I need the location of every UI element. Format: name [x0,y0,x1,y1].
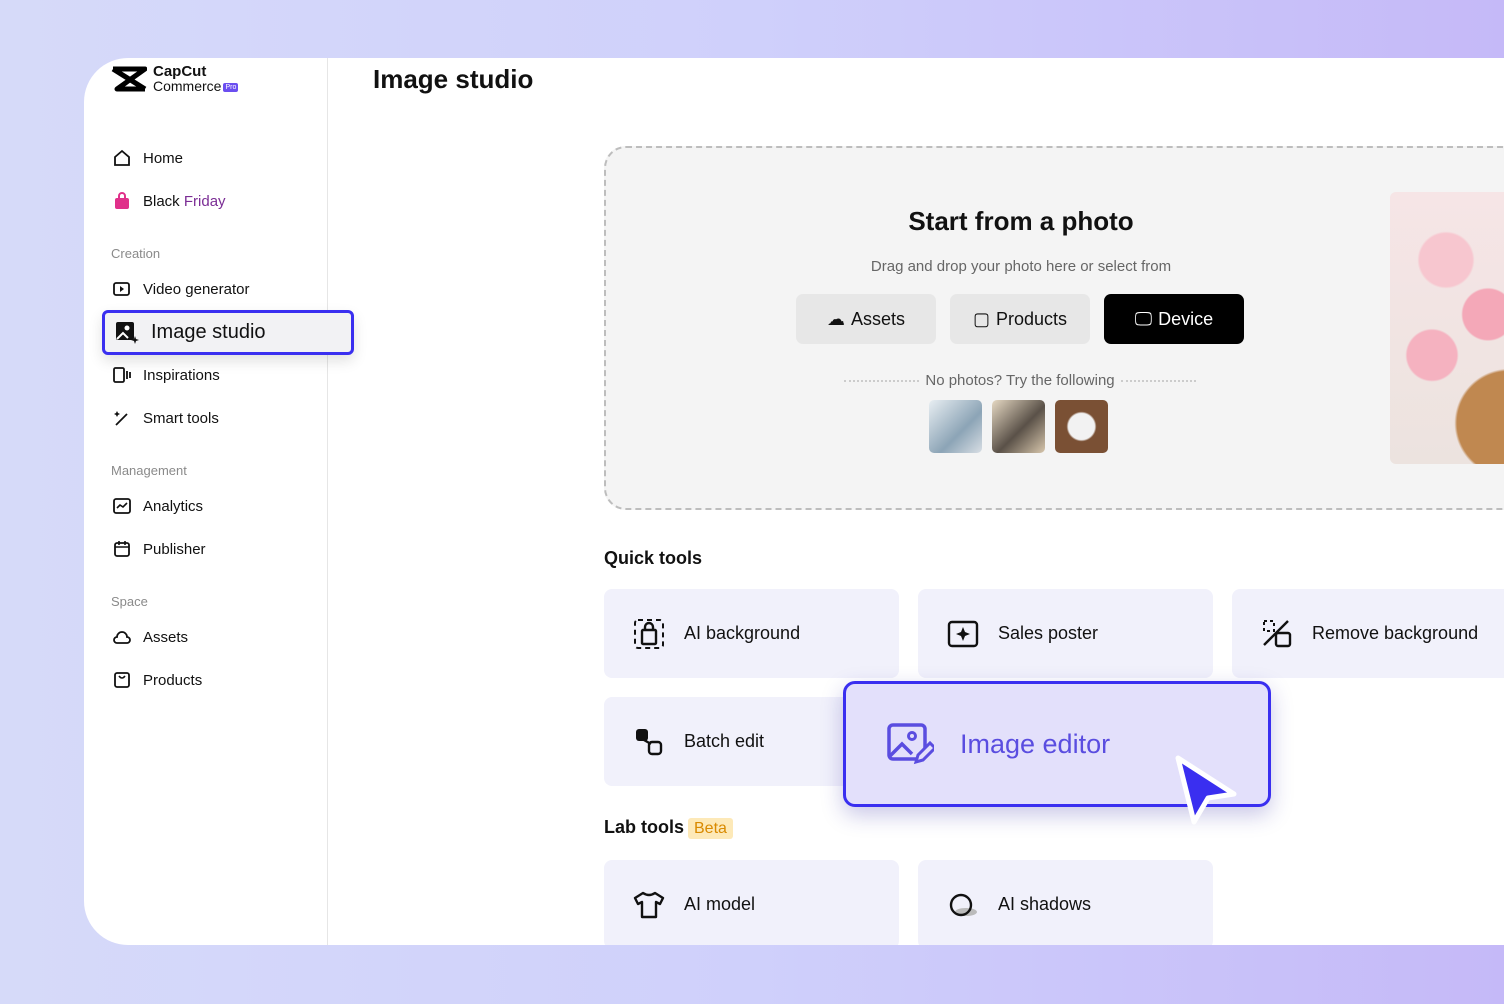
magic-wand-icon [114,411,128,426]
calendar-icon [114,541,130,557]
label: Home [143,149,184,167]
home-icon [114,149,130,166]
brand-name: CapCut [153,63,207,80]
label: Publisher [143,540,206,558]
batch-edit-icon [636,728,663,755]
assets-button[interactable]: ☁ Assets [796,294,936,344]
device-button[interactable]: 🖵 Device [1104,294,1244,344]
sidebar-item-smart-tools[interactable]: Smart tools [112,406,219,430]
quick-tools-heading: Quick tools [604,548,703,568]
sidebar-item-products[interactable]: Products [112,668,202,692]
label: Sales poster [998,623,1099,643]
label: Analytics [143,497,204,515]
label: Friday [183,192,226,210]
flower-preview-image [1390,192,1504,464]
analytics-icon [113,498,131,514]
sample-shirt-thumbnail[interactable] [1055,400,1108,453]
ai-shadows-card[interactable]: AI shadows [918,860,1213,945]
sidebar-item-publisher[interactable]: Publisher [112,537,206,561]
pro-badge: Pro [223,82,239,92]
product-icon [114,672,130,688]
sidebar-item-assets[interactable]: Assets [112,625,188,649]
ai-background-card[interactable]: AI background [604,589,899,678]
image-edit-icon [887,723,934,765]
tshirt-icon [633,891,665,918]
brand-sub: Commerce [153,78,222,94]
product-icon: ▢ [972,308,990,329]
ai-background-icon [634,618,664,649]
monitor-icon: 🖵 [1134,308,1153,329]
sidebar-item-home[interactable]: Home [112,146,183,170]
products-button[interactable]: ▢ Products [950,294,1090,344]
sidebar-item-video-generator[interactable]: Video generator [112,277,249,301]
sales-poster-card[interactable]: Sales poster [918,589,1213,678]
label: Remove background [1312,623,1479,643]
label: AI background [684,623,801,643]
remove-background-icon [1263,619,1292,647]
beta-badge: Beta [688,818,733,839]
page-title: Image studio [373,64,534,94]
sidebar-item-black-friday[interactable]: Black Friday [112,189,226,213]
inspirations-icon [113,367,131,383]
section-creation: Creation [111,246,161,261]
no-photos-text: No photos? Try the following [925,372,1115,389]
label: AI model [684,894,756,914]
remove-background-card[interactable]: Remove background [1232,589,1504,678]
label: Products [143,671,203,689]
section-space: Space [111,594,148,609]
upload-dropzone[interactable]: Start from a photo Drag and drop your ph… [604,146,1504,510]
shadow-icon [949,893,977,916]
mouse-cursor-icon [1175,755,1237,825]
image-studio-icon [116,321,139,344]
ai-model-card[interactable]: AI model [604,860,899,945]
logo: CapCut Commerce Pro [111,63,239,95]
upload-subtitle: Drag and drop your photo here or select … [870,258,1172,275]
lab-tools-heading: Lab tools Beta [604,817,733,839]
label: Black [143,192,180,210]
label: Products [995,308,1068,329]
label: Batch edit [684,731,765,751]
label: Assets [850,308,906,329]
label: Image studio [151,321,266,343]
capcut-logo-icon [111,66,147,92]
sales-poster-icon [947,620,979,647]
label: Assets [143,628,189,646]
label: Video generator [143,280,250,298]
label: Device [1158,308,1214,329]
sample-palette-thumbnail[interactable] [992,400,1045,453]
label: AI shadows [998,894,1092,914]
label: Smart tools [143,409,219,427]
upload-title: Start from a photo [908,206,1134,236]
cloud-icon: ☁ [826,308,845,329]
section-management: Management [111,463,187,478]
label: Image editor [960,728,1111,759]
sample-earbuds-thumbnail[interactable] [929,400,982,453]
cloud-icon [113,631,131,644]
video-icon [113,282,130,296]
label: Lab tools [604,817,684,837]
label: Inspirations [143,366,220,384]
sidebar: CapCut Commerce Pro Home Black Friday Crea… [84,58,328,945]
sidebar-item-analytics[interactable]: Analytics [112,494,203,518]
sidebar-item-image-studio[interactable]: Image studio [102,310,354,355]
sidebar-item-inspirations[interactable]: Inspirations [112,363,220,387]
shopping-bag-icon [115,192,129,209]
app-window: CapCut Commerce Pro Home Black Friday Crea… [84,58,1504,945]
